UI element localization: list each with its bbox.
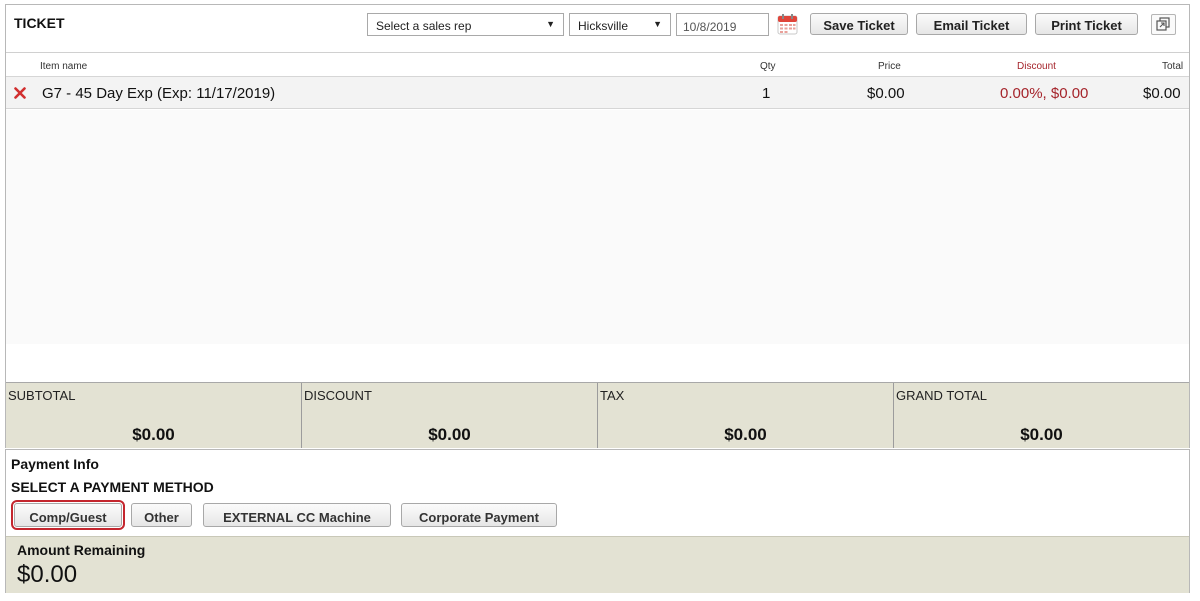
column-header-item-name: Item name [40, 61, 88, 72]
payment-method-corporate-button[interactable]: Corporate Payment [401, 503, 557, 527]
ticket-title: TICKET [14, 15, 65, 31]
close-icon[interactable] [14, 87, 26, 99]
sales-rep-select[interactable]: Select a sales rep ▼ [367, 13, 564, 36]
discount-value: $0.00 [428, 425, 471, 444]
item-table-header: Item name Qty Price Discount Total [6, 52, 1189, 76]
location-select[interactable]: Hicksville ▼ [569, 13, 671, 36]
payment-method-comp-guest-button[interactable]: Comp/Guest [11, 500, 125, 530]
column-header-discount: Discount [1017, 61, 1056, 72]
column-header-total: Total [1162, 61, 1184, 72]
dropdown-arrow-icon: ▼ [546, 19, 555, 29]
tax-box: TAX $0.00 [598, 383, 894, 448]
payment-info-label: Payment Info [11, 456, 99, 472]
table-row: G7 - 45 Day Exp (Exp: 11/17/2019) 1 $0.0… [6, 76, 1189, 109]
print-ticket-button[interactable]: Print Ticket [1035, 13, 1138, 35]
item-total: $0.00 [1143, 85, 1181, 102]
dropdown-arrow-icon: ▼ [653, 19, 662, 29]
item-name: G7 - 45 Day Exp (Exp: 11/17/2019) [42, 85, 276, 102]
grand-total-box: GRAND TOTAL $0.00 [894, 383, 1189, 448]
amount-remaining-value: $0.00 [17, 561, 78, 588]
email-ticket-button[interactable]: Email Ticket [916, 13, 1027, 35]
location-value: Hicksville [578, 19, 629, 33]
select-payment-method-label: SELECT A PAYMENT METHOD [11, 479, 214, 495]
item-qty: 1 [762, 85, 771, 102]
save-ticket-button[interactable]: Save Ticket [810, 13, 908, 35]
subtotal-label: SUBTOTAL [8, 388, 76, 403]
ticket-panel: TICKET Select a sales rep ▼ Hicksville ▼… [5, 4, 1190, 448]
calendar-icon[interactable] [777, 13, 798, 35]
discount-box: DISCOUNT $0.00 [302, 383, 598, 448]
amount-remaining-label: Amount Remaining [17, 542, 146, 558]
grand-total-value: $0.00 [1020, 425, 1063, 444]
payment-panel: Payment Info SELECT A PAYMENT METHOD Com… [5, 449, 1190, 593]
payment-method-external-cc-button[interactable]: EXTERNAL CC Machine [203, 503, 391, 527]
column-header-price: Price [878, 61, 901, 72]
tax-value: $0.00 [724, 425, 767, 444]
ticket-date-input[interactable] [676, 13, 769, 36]
subtotal-value: $0.00 [132, 425, 175, 444]
tax-label: TAX [600, 388, 625, 403]
subtotal-box: SUBTOTAL $0.00 [6, 383, 302, 448]
totals-bar: SUBTOTAL $0.00 DISCOUNT $0.00 TAX $0.00 … [6, 382, 1189, 448]
popout-button[interactable] [1151, 14, 1176, 35]
items-empty-area [6, 110, 1189, 344]
sales-rep-value: Select a sales rep [376, 19, 472, 33]
item-discount[interactable]: 0.00%, $0.00 [1000, 85, 1088, 102]
item-price: $0.00 [867, 85, 905, 102]
amount-remaining-box: Amount Remaining $0.00 [6, 536, 1189, 593]
column-header-qty: Qty [760, 61, 776, 72]
grand-total-label: GRAND TOTAL [896, 388, 988, 403]
ticket-header: TICKET Select a sales rep ▼ Hicksville ▼… [6, 5, 1189, 43]
payment-method-other-button[interactable]: Other [131, 503, 192, 527]
discount-label: DISCOUNT [304, 388, 372, 403]
popout-icon [1156, 17, 1170, 31]
